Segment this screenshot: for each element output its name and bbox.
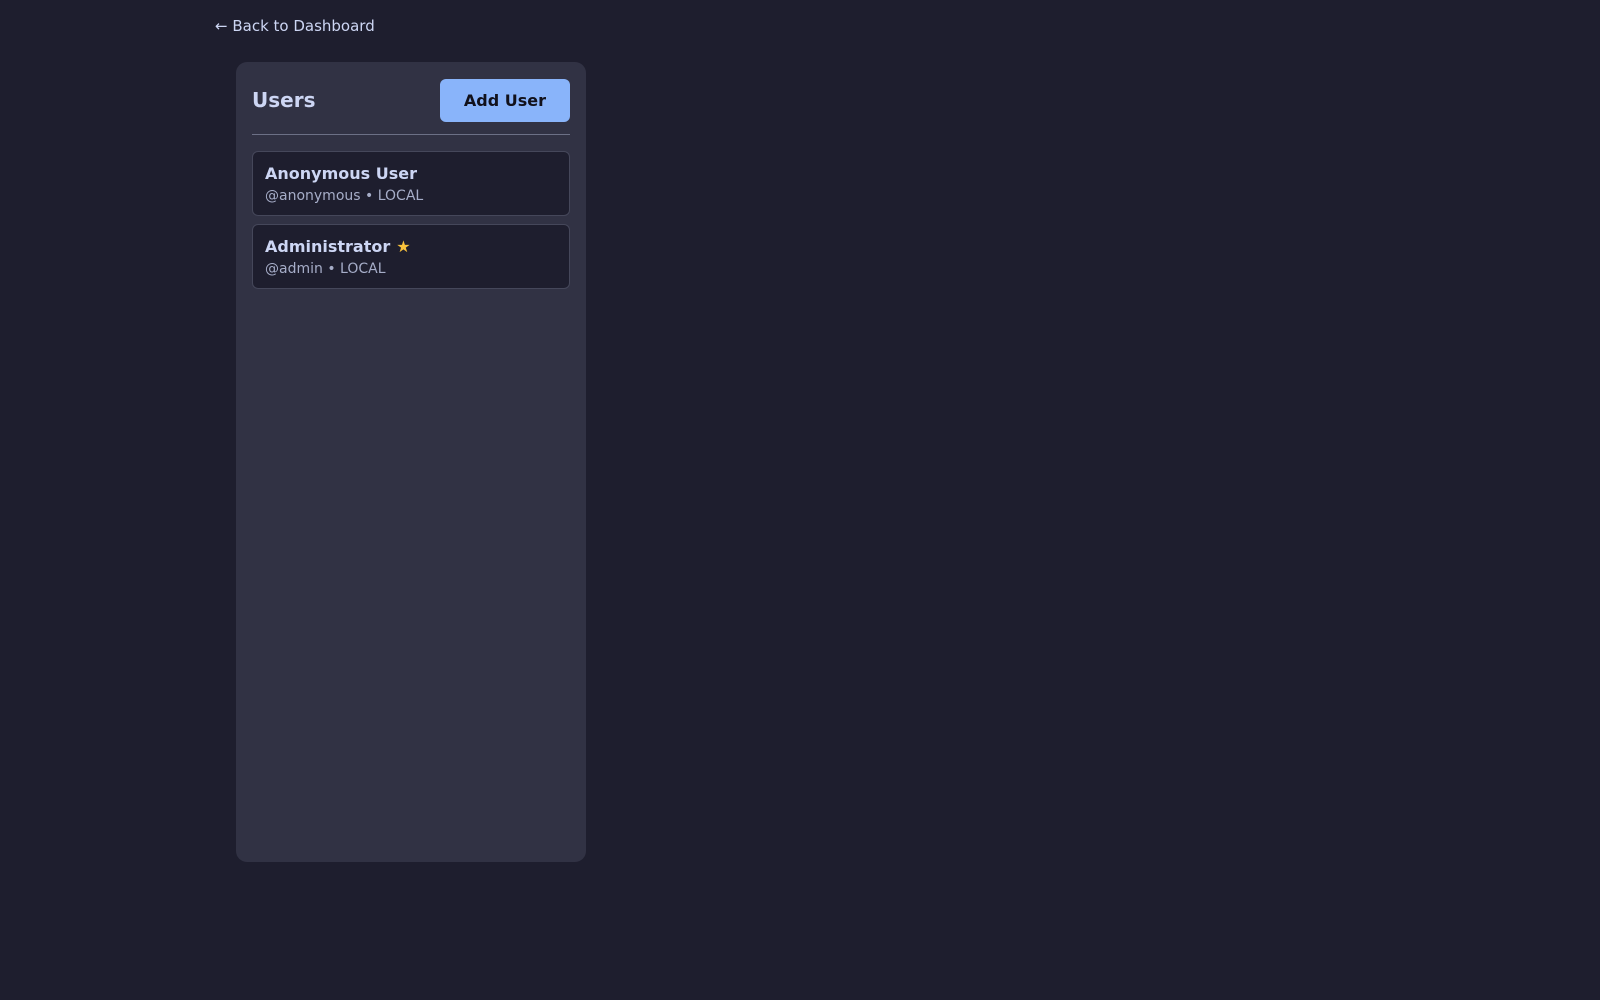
user-meta: @anonymous • LOCAL (265, 187, 557, 205)
user-name: Anonymous User (265, 164, 417, 183)
user-card-anonymous[interactable]: Anonymous User @anonymous • LOCAL (252, 151, 570, 216)
user-meta: @admin • LOCAL (265, 260, 557, 278)
user-handle: @anonymous (265, 188, 361, 204)
panel-title: Users (252, 88, 316, 112)
user-handle: @admin (265, 261, 323, 277)
add-user-button[interactable]: Add User (439, 78, 570, 122)
user-list: Anonymous User @anonymous • LOCAL Admini… (252, 151, 570, 289)
star-icon: ★ (396, 237, 411, 256)
user-name: Administrator (265, 237, 391, 256)
user-name-row: Administrator ★ (265, 237, 557, 257)
user-card-admin[interactable]: Administrator ★ @admin • LOCAL (252, 224, 570, 289)
user-name-row: Anonymous User (265, 164, 557, 184)
user-source: LOCAL (377, 188, 424, 204)
users-panel: Users Add User Anonymous User @anonymous… (236, 62, 586, 862)
meta-separator: • (327, 261, 336, 277)
back-to-dashboard-link[interactable]: ← Back to Dashboard (215, 16, 375, 36)
panel-header: Users Add User (252, 78, 570, 135)
meta-separator: • (365, 188, 374, 204)
user-source: LOCAL (340, 261, 386, 277)
